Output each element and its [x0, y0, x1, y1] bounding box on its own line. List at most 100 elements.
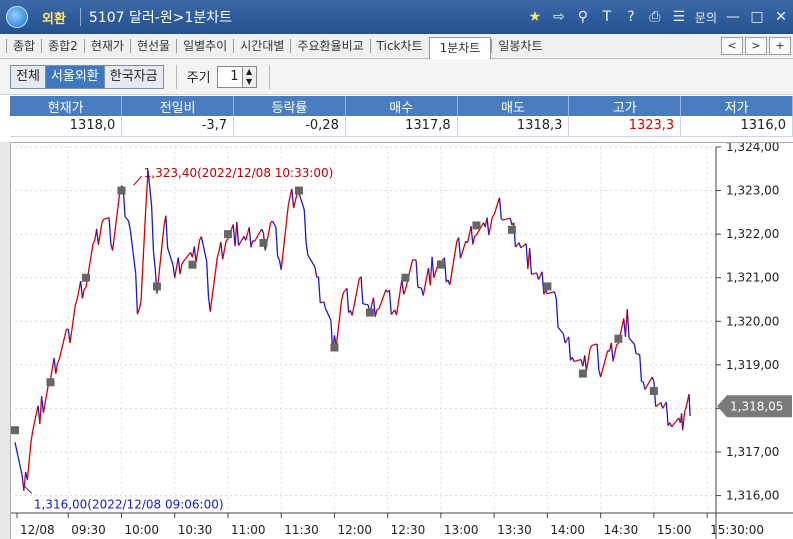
- price-segment: [424, 277, 428, 287]
- price-segment: [42, 402, 46, 413]
- price-segment: [536, 272, 540, 280]
- price-segment: [280, 253, 284, 271]
- price-segment: [433, 271, 437, 279]
- tab-4[interactable]: 일별추이: [176, 39, 233, 53]
- price-segment: [415, 260, 419, 288]
- price-segment: [275, 227, 279, 257]
- period-value[interactable]: 1: [218, 67, 242, 87]
- price-segment: [26, 460, 30, 480]
- tab-7[interactable]: Tick차트: [369, 39, 429, 53]
- price-segment: [630, 339, 634, 343]
- filter-divider-2: [268, 64, 270, 89]
- price-segment: [314, 266, 318, 278]
- price-segment: [140, 266, 144, 302]
- price-segment: [158, 259, 162, 277]
- price-segment: [268, 222, 272, 233]
- price-segment: [19, 466, 23, 476]
- price-segment: [291, 188, 295, 209]
- help-icon[interactable]: ?: [623, 9, 639, 25]
- price-segment: [30, 430, 34, 443]
- price-segment: [545, 290, 548, 294]
- price-segment: [310, 260, 314, 265]
- tab-0[interactable]: 종합: [6, 39, 41, 53]
- menu-list-icon[interactable]: ☰: [671, 9, 687, 25]
- price-segment: [529, 248, 533, 275]
- tab-2[interactable]: 현재가: [83, 39, 130, 53]
- price-marker: [188, 260, 197, 269]
- price-segment: [202, 244, 206, 254]
- price-segment: [458, 237, 462, 259]
- price-segment: [273, 223, 277, 228]
- price-chart[interactable]: 1,324,00 1,323,00 1,322,00 1,321,00 1,320,00…: [10, 142, 793, 539]
- price-marker: [649, 387, 658, 395]
- price-segment: [99, 222, 103, 234]
- price-segment: [168, 253, 172, 260]
- price-segment: [90, 243, 94, 255]
- price-segment: [475, 231, 479, 236]
- tab-add-button[interactable]: +: [769, 37, 791, 55]
- favorite-star-icon[interactable]: ★: [527, 9, 543, 25]
- link-window-icon[interactable]: ⇨: [551, 9, 567, 25]
- market-korea-money-button[interactable]: 한국자금: [104, 64, 164, 89]
- inquiry-button[interactable]: 문의: [695, 9, 717, 26]
- price-segment: [225, 238, 229, 242]
- period-stepper[interactable]: 1 ▲ ▼: [216, 65, 257, 88]
- period-stepper-arrows-icon[interactable]: ▲ ▼: [241, 66, 256, 87]
- font-size-icon[interactable]: T: [599, 9, 615, 25]
- y-tick-label: 1,323,00: [726, 184, 779, 198]
- tab-3[interactable]: 현선물: [129, 39, 176, 53]
- price-segment: [474, 234, 477, 237]
- price-segment: [616, 342, 619, 346]
- quote-value-row: 1318,0 -3,7 -0,28 1317,8 1318,3 1323,3 1…: [10, 116, 793, 137]
- tab-8[interactable]: 1분차트: [428, 36, 492, 59]
- price-segment: [80, 281, 84, 299]
- tab-prev-button[interactable]: <: [721, 37, 743, 55]
- x-tick-label: 11:00: [231, 523, 266, 537]
- price-segment: [255, 234, 259, 239]
- tab-next-button[interactable]: >: [745, 37, 767, 55]
- price-segment: [489, 216, 494, 227]
- price-segment: [491, 214, 495, 218]
- tab-9[interactable]: 일봉차트: [491, 39, 548, 53]
- maximize-icon[interactable]: □: [749, 9, 765, 25]
- price-segment: [72, 304, 76, 318]
- price-segment: [307, 254, 311, 259]
- pin-icon[interactable]: ⚲: [575, 9, 591, 25]
- market-seoul-fx-button[interactable]: 서울외환: [45, 64, 105, 89]
- x-tick-label: 15:00: [657, 523, 692, 537]
- x-tick-label: 09:30: [71, 523, 106, 537]
- price-segment: [585, 360, 589, 372]
- price-segment: [284, 221, 288, 238]
- price-segment: [277, 256, 280, 261]
- filter-divider: [175, 64, 177, 89]
- price-segment: [126, 218, 130, 222]
- market-all-button[interactable]: 전체: [10, 64, 46, 89]
- price-marker: [507, 225, 516, 234]
- price-segment: [395, 303, 399, 316]
- price-segment: [76, 290, 80, 300]
- x-tick-label: 12:00: [337, 523, 372, 537]
- price-segment: [642, 381, 646, 390]
- price-segment: [422, 286, 426, 296]
- tab-6[interactable]: 주요환율비교: [290, 39, 369, 53]
- price-segment: [353, 296, 357, 307]
- price-segment: [662, 405, 666, 409]
- minimize-icon[interactable]: —: [725, 9, 741, 25]
- price-segment: [129, 230, 133, 245]
- price-segment: [605, 350, 609, 358]
- price-segment: [614, 344, 618, 354]
- price-segment: [184, 256, 188, 260]
- chart-canvas[interactable]: 1,324,00 1,323,00 1,322,00 1,321,00 1,320,00…: [11, 143, 793, 539]
- y-tick-label: 1,316,00: [726, 489, 779, 503]
- price-marker: [46, 378, 55, 387]
- app-name: 외환: [42, 11, 66, 27]
- print-icon[interactable]: ⎙: [647, 9, 663, 25]
- price-marker: [294, 186, 303, 195]
- price-segment: [17, 458, 21, 468]
- tab-5[interactable]: 시간대별: [233, 39, 290, 53]
- tab-1[interactable]: 종합2: [41, 39, 84, 53]
- price-segment: [14, 442, 18, 451]
- close-icon[interactable]: ✕: [773, 9, 789, 25]
- price-segment: [672, 421, 676, 426]
- price-segment: [454, 241, 458, 253]
